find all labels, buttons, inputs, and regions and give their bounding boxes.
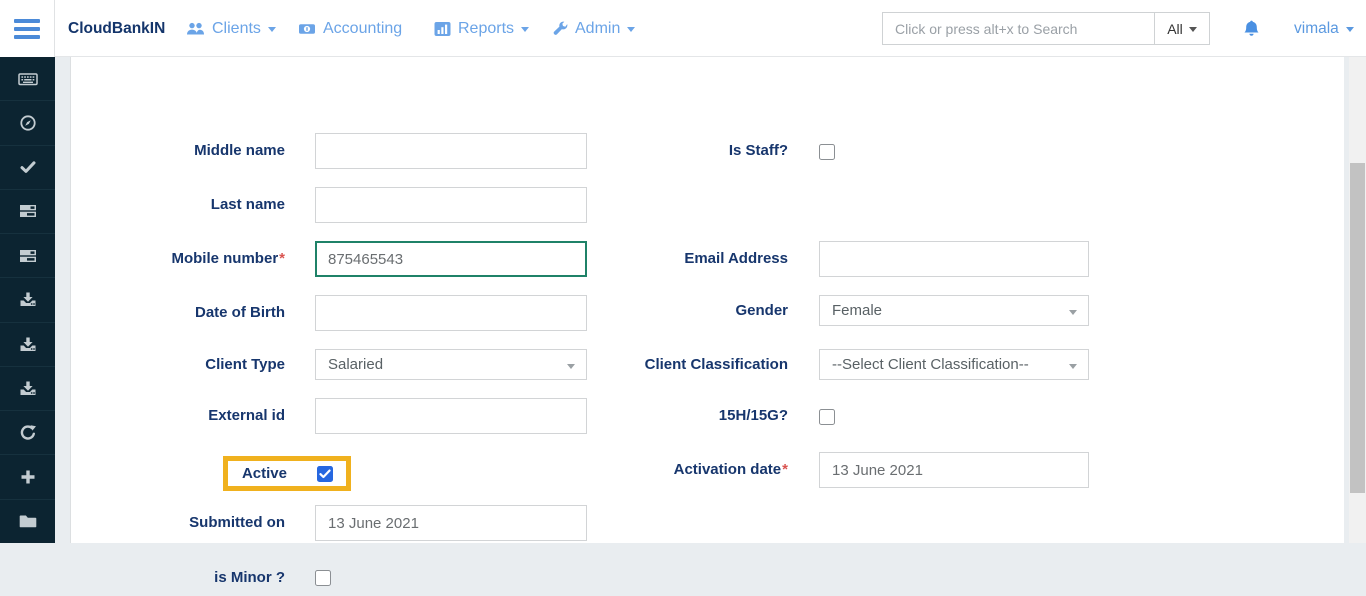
client-form-panel: Middle name Last name Mobile number* Dat… [70,57,1344,543]
users-icon [186,21,205,37]
vertical-scrollbar-thumb[interactable] [1350,163,1365,493]
app-brand[interactable]: CloudBankIN [68,0,165,57]
15h-15g-label: 15H/15G? [501,398,788,434]
15h-15g-checkbox[interactable] [819,409,835,425]
menu-toggle-button[interactable] [0,0,55,57]
client-classification-label: Client Classification [501,347,788,383]
user-name: vimala [1294,0,1339,57]
sidebar-compass-button[interactable] [0,101,55,145]
wrench-icon [552,21,568,37]
form-row: Client Classification --Select Client Cl… [71,347,1344,383]
tasks-icon [19,203,37,219]
chevron-down-icon [1069,364,1077,369]
money-icon [298,21,316,37]
form-row: Email Address [71,241,1344,277]
email-address-input[interactable] [819,241,1089,277]
email-address-label: Email Address [501,241,788,277]
top-navbar: CloudBankIN Clients Accounting Reports A… [0,0,1366,57]
tasks-icon [19,248,37,264]
bar-chart-icon [434,21,451,37]
nav-reports[interactable]: Reports [434,0,529,57]
form-row: Last name [71,187,1344,223]
download-icon [19,380,37,397]
check-icon [19,158,37,176]
last-name-label: Last name [71,187,285,223]
global-search-input[interactable] [882,12,1155,45]
sidebar-tasks-button[interactable] [0,190,55,234]
search-scope-dropdown[interactable]: All [1154,12,1210,45]
nav-accounting-label: Accounting [323,0,402,57]
nav-admin-label: Admin [575,0,620,57]
form-row: Is Staff? [71,133,1344,169]
required-asterisk: * [782,461,788,478]
form-row: Gender Female [71,293,1344,329]
chevron-down-icon [268,27,276,32]
nav-reports-label: Reports [458,0,514,57]
is-staff-checkbox[interactable] [819,144,835,160]
client-classification-value: --Select Client Classification-- [832,356,1029,373]
sidebar-folder-button[interactable] [0,500,55,543]
sidebar-tasks-button-2[interactable] [0,234,55,278]
form-row: 15H/15G? [71,398,1344,434]
sidebar-keyboard-button[interactable] [0,57,55,101]
notifications-bell-icon[interactable] [1242,19,1261,44]
user-menu[interactable]: vimala [1294,0,1354,57]
nav-clients-label: Clients [212,0,261,57]
activation-date-input[interactable] [819,452,1089,488]
last-name-input[interactable] [315,187,587,223]
activation-date-label: Activation date* [501,452,788,488]
chevron-down-icon [521,27,529,32]
chevron-down-icon [1189,27,1197,32]
gender-label: Gender [501,293,788,329]
nav-clients[interactable]: Clients [186,0,276,57]
compass-icon [19,114,37,132]
gender-select[interactable]: Female [819,295,1089,326]
chevron-down-icon [627,27,635,32]
search-scope-label: All [1167,21,1183,37]
download-icon [19,336,37,353]
is-minor-checkbox[interactable] [315,570,331,586]
sidebar-check-button[interactable] [0,146,55,190]
folder-icon [19,513,37,529]
chevron-down-icon [1346,27,1354,32]
gender-value: Female [832,302,882,319]
plus-icon [20,469,36,485]
sidebar [0,57,55,543]
sidebar-download-button-3[interactable] [0,367,55,411]
submitted-on-label: Submitted on [71,505,285,541]
sidebar-download-button[interactable] [0,278,55,322]
download-icon [19,291,37,308]
form-row: Submitted on [71,505,1344,541]
is-staff-label: Is Staff? [501,133,788,169]
refresh-icon [19,424,37,442]
form-row: Activation date* [71,452,1344,488]
sidebar-download-button-2[interactable] [0,323,55,367]
keyboard-icon [18,70,38,88]
sidebar-refresh-button[interactable] [0,411,55,455]
submitted-on-input[interactable] [315,505,587,541]
form-row: is Minor ? [71,560,1344,596]
is-minor-label: is Minor ? [71,560,285,596]
nav-admin[interactable]: Admin [552,0,635,57]
client-classification-select[interactable]: --Select Client Classification-- [819,349,1089,380]
sidebar-add-button[interactable] [0,455,55,499]
nav-accounting[interactable]: Accounting [298,0,402,57]
chevron-down-icon [1069,310,1077,315]
